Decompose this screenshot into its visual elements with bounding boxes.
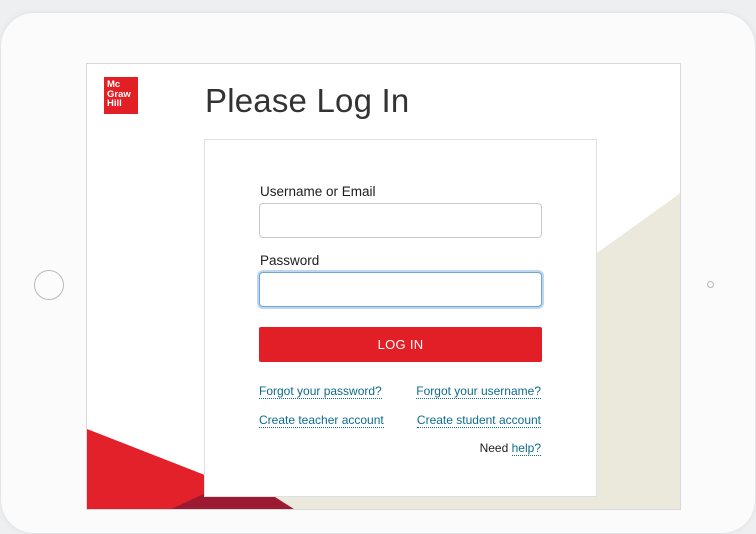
mcgraw-hill-logo: Mc Graw Hill — [104, 77, 138, 114]
page-title: Please Log In — [205, 82, 410, 119]
help-link[interactable]: help? — [511, 441, 541, 456]
username-input[interactable] — [259, 203, 542, 238]
login-screen: Mc Graw Hill Please Log In Username or E… — [86, 63, 681, 510]
tablet-frame: Mc Graw Hill Please Log In Username or E… — [0, 12, 756, 534]
login-button[interactable]: LOG IN — [259, 327, 542, 362]
home-button[interactable] — [34, 270, 64, 300]
forgot-username-link[interactable]: Forgot your username? — [416, 384, 541, 399]
password-input[interactable] — [259, 272, 542, 307]
need-help-text: Need — [479, 441, 509, 455]
need-help-line: Need help? — [480, 441, 541, 456]
create-student-account-link[interactable]: Create student account — [416, 413, 541, 428]
forgot-password-link[interactable]: Forgot your password? — [259, 384, 382, 399]
logo-text-line3: Hill — [107, 98, 122, 109]
username-label: Username or Email — [260, 184, 376, 199]
create-teacher-account-link[interactable]: Create teacher account — [259, 413, 384, 428]
password-label: Password — [260, 253, 320, 268]
camera-icon — [707, 281, 714, 288]
login-form: Username or Email Password LOG IN Forgot… — [204, 139, 597, 497]
